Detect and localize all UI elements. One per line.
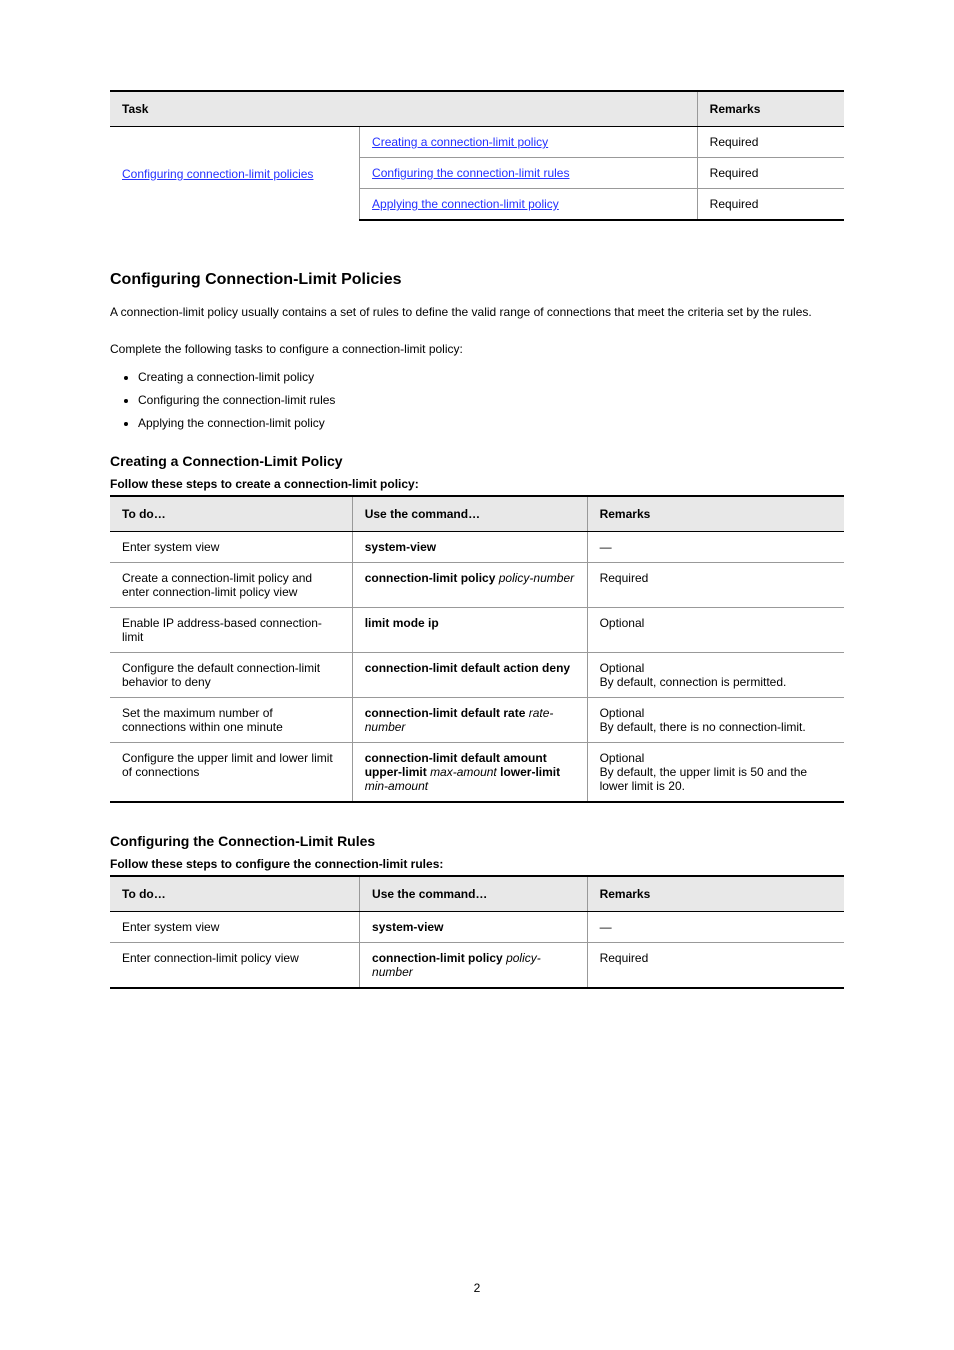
table-header-row: To do… Use the command… Remarks	[110, 496, 844, 532]
subsection-configuring-rules-heading: Configuring the Connection-Limit Rules	[110, 833, 844, 849]
command-cell: connection-limit policy policy-number	[352, 562, 587, 607]
remarks-cell: OptionalBy default, the upper limit is 5…	[587, 742, 844, 802]
page: Task Remarks Configuring connection-limi…	[0, 0, 954, 1350]
list-item: Applying the connection-limit policy	[138, 412, 844, 435]
task-cell: Configuring the connection-limit rules	[360, 158, 698, 189]
table-row: Set the maximum number of connections wi…	[110, 697, 844, 742]
command-cell: connection-limit default action deny	[352, 652, 587, 697]
task-cell: Applying the connection-limit policy	[360, 189, 698, 221]
steps-table-create-policy: To do… Use the command… Remarks Enter sy…	[110, 495, 844, 803]
remarks-cell: Required	[697, 189, 844, 221]
table-row: Enable IP address-based connection-limit…	[110, 607, 844, 652]
table-row: Create a connection-limit policy and ent…	[110, 562, 844, 607]
remarks-cell: Required	[697, 127, 844, 158]
table-row: Enter system view system-view —	[110, 911, 844, 942]
table-header-task: Task	[110, 91, 697, 127]
remarks-cell: —	[587, 911, 844, 942]
list-item: Configuring the connection-limit rules	[138, 389, 844, 412]
command-cell: connection-limit policy policy-number	[360, 942, 588, 988]
todo-cell: Enter system view	[110, 531, 352, 562]
col-header-remarks: Remarks	[587, 496, 844, 532]
remarks-cell: Optional	[587, 607, 844, 652]
command-cell: limit mode ip	[352, 607, 587, 652]
table-row: Configure the default connection-limit b…	[110, 652, 844, 697]
table-row: Enter connection-limit policy view conne…	[110, 942, 844, 988]
task-group-cell: Configuring connection-limit policies	[110, 127, 360, 221]
configuring-policies-link[interactable]: Configuring connection-limit policies	[122, 167, 313, 181]
col-header-remarks: Remarks	[587, 876, 844, 912]
table-row: Configuring connection-limit policies Cr…	[110, 127, 844, 158]
applying-policy-link[interactable]: Applying the connection-limit policy	[372, 197, 559, 211]
subsection-creating-policy-heading: Creating a Connection-Limit Policy	[110, 453, 844, 469]
section-lead-paragraph: A connection-limit policy usually contai…	[110, 303, 844, 322]
command-cell: system-view	[360, 911, 588, 942]
todo-cell: Configure the upper limit and lower limi…	[110, 742, 352, 802]
steps-table-configure-rules: To do… Use the command… Remarks Enter sy…	[110, 875, 844, 989]
table-header-row: Task Remarks	[110, 91, 844, 127]
command-text: system-view	[372, 920, 443, 934]
todo-cell: Enter connection-limit policy view	[110, 942, 360, 988]
task-bullet-list: Creating a connection-limit policy Confi…	[138, 366, 844, 434]
todo-cell: Enable IP address-based connection-limit	[110, 607, 352, 652]
table-row: Configure the upper limit and lower limi…	[110, 742, 844, 802]
page-number: 2	[474, 1281, 481, 1295]
creating-policy-link[interactable]: Creating a connection-limit policy	[372, 135, 548, 149]
table-header-remarks: Remarks	[697, 91, 844, 127]
col-header-todo: To do…	[110, 876, 360, 912]
task-cell: Creating a connection-limit policy	[360, 127, 698, 158]
list-intro-paragraph: Complete the following tasks to configur…	[110, 340, 844, 359]
todo-cell: Set the maximum number of connections wi…	[110, 697, 352, 742]
table-row: Enter system view system-view —	[110, 531, 844, 562]
col-header-command: Use the command…	[360, 876, 588, 912]
configuring-rules-link[interactable]: Configuring the connection-limit rules	[372, 166, 569, 180]
col-header-todo: To do…	[110, 496, 352, 532]
remarks-cell: OptionalBy default, connection is permit…	[587, 652, 844, 697]
command-cell: system-view	[352, 531, 587, 562]
todo-cell: Configure the default connection-limit b…	[110, 652, 352, 697]
remarks-cell: Required	[697, 158, 844, 189]
remarks-cell: Required	[587, 942, 844, 988]
table2-caption: Follow these steps to create a connectio…	[110, 477, 844, 491]
remarks-cell: —	[587, 531, 844, 562]
command-cell: connection-limit default rate rate-numbe…	[352, 697, 587, 742]
remarks-cell: OptionalBy default, there is no connecti…	[587, 697, 844, 742]
command-text: system-view	[365, 540, 436, 554]
list-item: Creating a connection-limit policy	[138, 366, 844, 389]
task-remarks-table: Task Remarks Configuring connection-limi…	[110, 90, 844, 221]
col-header-command: Use the command…	[352, 496, 587, 532]
remarks-cell: Required	[587, 562, 844, 607]
todo-cell: Enter system view	[110, 911, 360, 942]
table3-caption: Follow these steps to configure the conn…	[110, 857, 844, 871]
command-cell: connection-limit default amount upper-li…	[352, 742, 587, 802]
section-configuring-policies-heading: Configuring Connection-Limit Policies	[110, 271, 844, 289]
table-header-row: To do… Use the command… Remarks	[110, 876, 844, 912]
todo-cell: Create a connection-limit policy and ent…	[110, 562, 352, 607]
